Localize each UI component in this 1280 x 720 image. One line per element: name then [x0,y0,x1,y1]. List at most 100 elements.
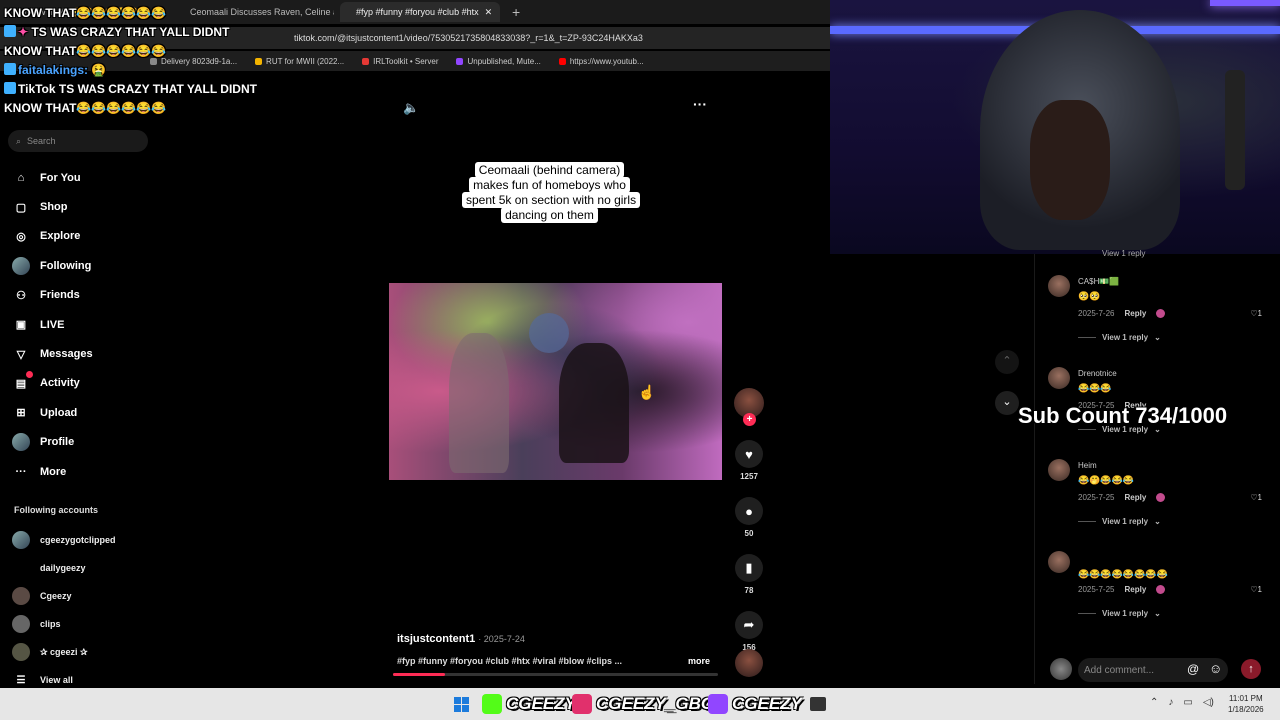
comment-text: 😂😂😂 [1078,383,1112,393]
sidebar-item-explore[interactable]: ◎ Explore [12,222,172,251]
next-video-button[interactable]: ⌄ [995,391,1019,415]
sidebar-item-activity[interactable]: ▤ Activity [12,369,172,398]
monitor-icon[interactable]: ▭ [1183,697,1192,708]
avatar[interactable] [1048,551,1070,573]
bag-icon: ▢ [15,201,27,214]
twitch-icon [708,694,728,714]
bookmark-icon[interactable]: ▮ [735,554,763,582]
sidebar-item-for-you[interactable]: ⌂ For You [12,163,172,192]
comment-text: 🥺🥺 [1078,291,1101,301]
avatar[interactable] [1048,367,1070,389]
account-name: ✰ cgeezi ✰ [40,646,88,657]
comment-date: 2025-7-26 [1078,309,1115,318]
comment-input[interactable] [1078,658,1228,682]
comment-like[interactable]: ♡1 [1250,493,1262,502]
creator-avatar[interactable]: + [734,388,764,426]
url-text: tiktok.com/@itsjustcontent1/video/753052… [294,33,643,43]
chat-line: KNOW THAT😂😂😂😂😂😂 [4,4,334,23]
chevron-up-icon[interactable]: ⌃ [1150,697,1158,708]
microphone-icon[interactable]: ♪ [1168,697,1173,708]
following-item[interactable]: cgeezygotclipped [12,526,172,554]
more-button[interactable]: more [688,656,710,666]
terminal-icon[interactable] [810,697,826,711]
sidebar-item-label: Messages [40,348,93,361]
mention-icon[interactable]: @ [1187,662,1199,676]
video-hashtags[interactable]: #fyp #funny #foryou #club #htx #viral #b… [397,656,657,666]
windows-start-icon[interactable] [454,697,469,712]
following-item[interactable]: Cgeezy [12,582,172,610]
avatar [12,559,30,577]
comment-author[interactable]: Heim [1078,461,1097,470]
more-options-icon[interactable]: ··· [693,96,707,112]
home-icon: ⌂ [17,171,25,184]
video-frame-figure [559,343,629,463]
sidebar-item-more[interactable]: ··· More [12,457,172,486]
sidebar-item-shop[interactable]: ▢ Shop [12,192,172,221]
previous-video-button[interactable]: ⌃ [995,350,1019,374]
follow-plus-icon[interactable]: + [743,413,756,426]
share-action[interactable]: ➦ 156 [733,611,765,652]
following-item[interactable]: clips [12,610,172,638]
like-action[interactable]: ♥ 1257 [733,440,765,481]
clock[interactable]: 11:01 PM 1/18/2026 [1228,693,1264,715]
avatar[interactable] [1048,275,1070,297]
sub-count-overlay: Sub Count 734/1000 [1018,403,1228,428]
comment-author[interactable]: CA$H💵🟩 [1078,277,1119,286]
creator-avatar-small[interactable] [735,649,763,677]
sidebar-item-friends[interactable]: ⚇ Friends [12,281,172,310]
creator-liked-icon [1156,309,1166,318]
like-count: 1257 [740,472,758,481]
comment-date: 2025-7-25 [1078,493,1115,502]
comment-author[interactable]: Drenotnice [1078,369,1117,378]
search-icon: ⌕ [16,135,22,146]
speaker-icon[interactable]: ◁) [1203,697,1214,708]
video-author[interactable]: itsjustcontent1 · 2025-7-24 [397,633,525,645]
chat-line: ✦ TS WAS CRAZY THAT YALL DIDNT [4,23,334,42]
video-player[interactable] [389,283,722,480]
tab-label: #fyp #funny #foryou #club #htx [356,7,479,17]
sidebar-item-following[interactable]: Following [12,251,172,280]
emoji-icon[interactable]: ☺ [1209,661,1222,676]
view-reply-link[interactable]: View 1 reply ⌄ [1078,333,1161,342]
sidebar-item-messages[interactable]: ▽ Messages [12,339,172,368]
following-item[interactable]: ✰ cgeezi ✰ [12,638,172,666]
video-progress-bar[interactable] [393,673,718,676]
date-value: 2025-7-24 [483,634,525,644]
volume-icon[interactable]: 🔈 [403,100,419,116]
comment-like[interactable]: ♡1 [1250,309,1262,318]
avatar[interactable] [1048,459,1070,481]
new-tab-button[interactable]: + [506,4,526,20]
comment-action[interactable]: ● 50 [733,497,765,538]
sidebar-item-label: LIVE [40,318,65,331]
reply-button[interactable]: Reply [1124,309,1146,318]
comment-like[interactable]: ♡1 [1250,585,1262,594]
send-button[interactable]: ↑ [1241,659,1261,679]
search-input[interactable]: ⌕ Search [8,130,148,152]
sidebar-item-upload[interactable]: ⊞ Upload [12,398,172,427]
heart-icon[interactable]: ♥ [735,440,763,468]
save-action[interactable]: ▮ 78 [733,554,765,595]
sidebar-item-profile[interactable]: Profile [12,428,172,457]
view-reply-link[interactable]: View 1 reply [1102,249,1145,258]
view-reply-link[interactable]: View 1 reply ⌄ [1078,517,1161,526]
view-reply-link[interactable]: View 1 reply ⌄ [1078,609,1161,618]
avatar [1050,658,1072,680]
bookmark-item[interactable]: Unpublished, Mute... [456,57,541,66]
reply-button[interactable]: Reply [1124,493,1146,502]
account-name: Cgeezy [40,591,72,601]
sidebar-item-label: More [40,465,67,478]
comment-icon[interactable]: ● [735,497,763,525]
caption-text: Ceomaali (behind camera) makes fun of ho… [462,162,641,223]
close-icon[interactable]: ✕ [485,7,493,18]
share-icon[interactable]: ➦ [735,611,763,639]
send-icon: ▽ [16,348,26,361]
bookmark-item[interactable]: IRLToolkit • Server [362,57,438,66]
chevron-down-icon: ⌄ [1154,609,1161,618]
sidebar-item-live[interactable]: ▣ LIVE [12,310,172,339]
bookmark-item[interactable]: https://www.youtub... [558,57,644,66]
system-tray: ⌃ ♪ ▭ ◁) [1150,697,1214,708]
reply-button[interactable]: Reply [1124,585,1146,594]
following-item[interactable]: dailygeezy [12,554,172,582]
twitch-label: CGEEZY [732,694,802,713]
tab-2[interactable]: #fyp #funny #foryou #club #htx ✕ [340,2,500,22]
